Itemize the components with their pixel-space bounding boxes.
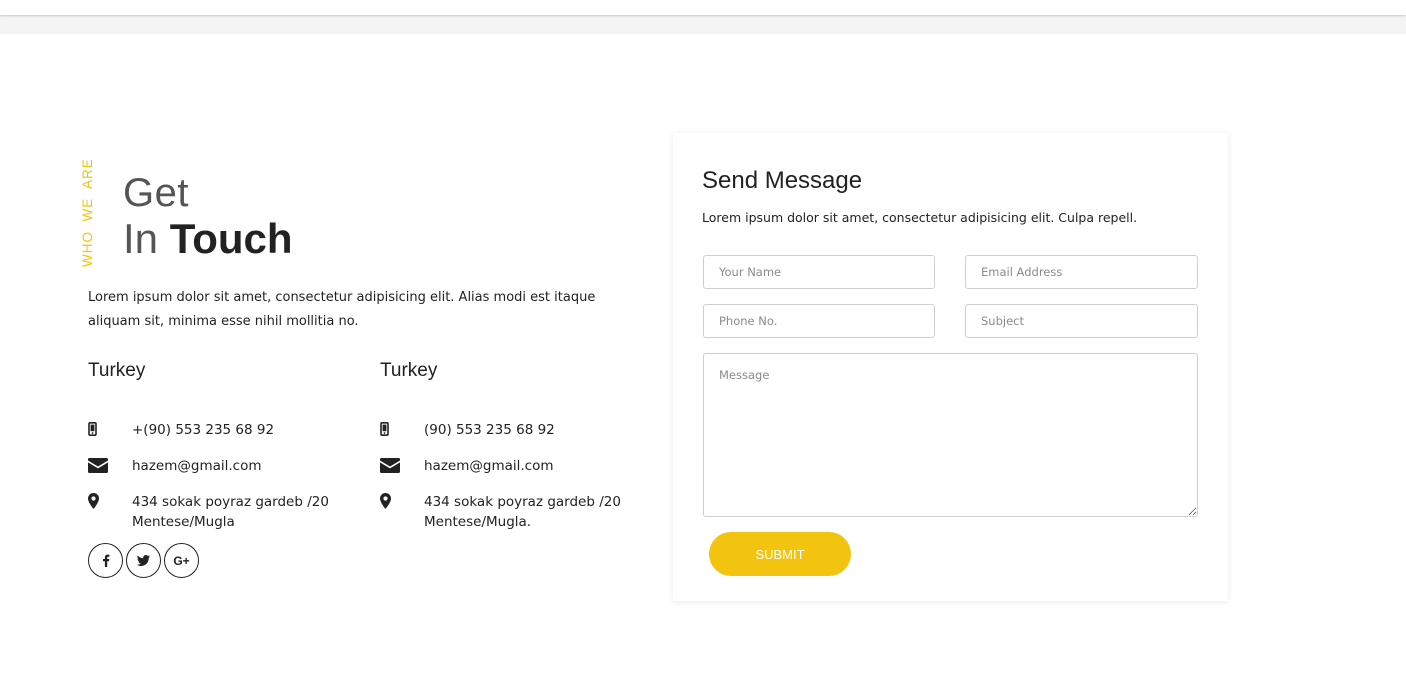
- office-title: Turkey: [380, 360, 438, 381]
- title-bold-word: Touch: [169, 215, 293, 262]
- address: 434 sokak poyraz gardeb /20 Mentese/Mugl…: [132, 494, 329, 530]
- email-address[interactable]: hazem@gmail.com: [424, 456, 554, 476]
- section-tag: WHO WE ARE: [80, 158, 95, 267]
- address-row: 434 sokak poyraz gardeb /20 Mentese/Mugl…: [88, 492, 348, 532]
- title-line-1: Get: [123, 171, 189, 215]
- page-title: Get In Touch: [123, 170, 293, 262]
- google-plus-button[interactable]: G+: [164, 543, 199, 578]
- twitter-button[interactable]: [126, 543, 161, 578]
- email-input[interactable]: [965, 255, 1198, 289]
- map-marker-icon: [88, 492, 132, 510]
- mobile-icon: [88, 420, 132, 438]
- submit-button[interactable]: SUBMIT: [709, 532, 851, 576]
- office-title: Turkey: [88, 360, 146, 381]
- map-marker-icon: [380, 492, 424, 510]
- office-card: Turkey (90) 553 235 68 92 hazem@gmail.co…: [380, 360, 640, 532]
- phone-number: (90) 553 235 68 92: [424, 422, 555, 438]
- envelope-icon: [88, 456, 132, 474]
- office-card: Turkey +(90) 553 235 68 92 hazem@gmail.c…: [88, 360, 348, 532]
- google-plus-icon: G+: [173, 553, 190, 568]
- mobile-icon: [380, 420, 424, 438]
- address: 434 sokak poyraz gardeb /20 Mentese/Mugl…: [424, 494, 621, 530]
- phone-input[interactable]: [703, 304, 935, 338]
- form-description: Lorem ipsum dolor sit amet, consectetur …: [702, 210, 1138, 225]
- phone-number: +(90) 553 235 68 92: [132, 422, 275, 438]
- facebook-button[interactable]: [88, 543, 123, 578]
- form-title: Send Message: [702, 167, 863, 194]
- send-message-card: Send Message Lorem ipsum dolor sit amet,…: [673, 133, 1228, 601]
- subject-input[interactable]: [965, 304, 1198, 338]
- title-line-2: In Touch: [123, 216, 293, 262]
- phone-row: +(90) 553 235 68 92: [88, 420, 348, 440]
- title-light-word: In: [123, 215, 159, 262]
- address-row: 434 sokak poyraz gardeb /20 Mentese/Mugl…: [380, 492, 640, 532]
- facebook-icon: [102, 554, 109, 567]
- social-links: G+: [88, 543, 199, 578]
- envelope-icon: [380, 456, 424, 474]
- name-input[interactable]: [703, 255, 935, 289]
- message-textarea[interactable]: [703, 353, 1198, 517]
- twitter-icon: [137, 555, 150, 566]
- email-address[interactable]: hazem@gmail.com: [132, 456, 262, 476]
- phone-row: (90) 553 235 68 92: [380, 420, 640, 440]
- email-row: hazem@gmail.com: [88, 456, 348, 476]
- header-bar: [0, 0, 1406, 15]
- email-row: hazem@gmail.com: [380, 456, 640, 476]
- intro-text: Lorem ipsum dolor sit amet, consectetur …: [88, 290, 596, 329]
